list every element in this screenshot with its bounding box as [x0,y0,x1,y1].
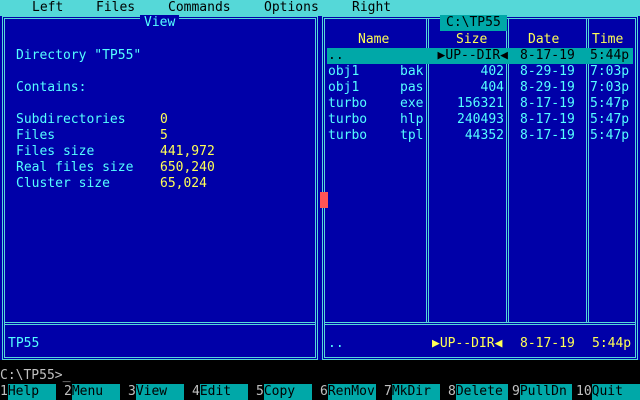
key-f4-edit[interactable]: 4Edit [192,384,248,400]
stat-value-cluster-size: 65,024 [160,176,207,191]
file-time: 5:47p [590,96,630,111]
stat-label-files: Files [16,128,56,143]
key-f2-menu[interactable]: 2Menu [64,384,120,400]
file-time: 7:03p [590,64,630,79]
file-size: 240493 [457,112,504,127]
file-date: 8-17-19 [520,112,575,127]
file-size: ▶UP--DIR◀ [437,48,508,63]
file-size: 156321 [457,96,504,111]
file-name: turbo [328,128,368,143]
menu-commands[interactable]: Commands [168,0,231,16]
menu-left[interactable]: Left [32,0,63,16]
footer-date: 8-17-19 [520,336,575,351]
left-panel[interactable]: View Directory "TP55" Contains: Subdirec… [0,15,320,360]
file-size: 402 [480,64,504,79]
file-name: turbo [328,112,368,127]
header-time: Time [592,32,624,47]
key-f6-renmov[interactable]: 6RenMov [320,384,376,400]
file-name: turbo [328,96,368,111]
key-f3-view[interactable]: 3View [128,384,184,400]
file-row[interactable]: obj1 pas 404 8-29-19 7:03p [327,80,633,96]
file-ext: pas [400,80,424,95]
key-f7-mkdir[interactable]: 7MkDir [384,384,440,400]
header-size: Size [456,32,488,47]
file-date: 8-17-19 [520,96,575,111]
file-name: obj1 [328,80,360,95]
command-line[interactable]: C:\TP55>_ [0,368,640,384]
file-time: 5:47p [590,128,630,143]
file-row[interactable]: obj1 bak 402 8-29-19 7:03p [327,64,633,80]
stat-value-subdirectories: 0 [160,112,168,127]
mouse-cursor [320,192,328,208]
left-panel-footer: TP55 [8,336,40,351]
left-panel-divider [5,322,315,325]
right-panel-divider [325,322,635,325]
file-date: 8-17-19 [520,128,575,143]
file-size: 44352 [464,128,504,143]
directory-line: Directory "TP55" [16,48,142,63]
stat-label-files-size: Files size [16,144,95,159]
left-panel-title: View [140,15,180,31]
stat-label-real-files-size: Real files size [16,160,134,175]
stat-value-files: 5 [160,128,168,143]
file-ext: bak [400,64,424,79]
file-row[interactable]: turbo hlp 240493 8-17-19 5:47p [327,112,633,128]
key-f10-quit[interactable]: 10Quit [576,384,640,400]
command-prompt: C:\TP55> [0,368,63,383]
key-f1-help[interactable]: 1Help [0,384,56,400]
menu-options[interactable]: Options [264,0,319,16]
header-name: Name [358,32,390,47]
file-row[interactable]: turbo tpl 44352 8-17-19 5:47p [327,128,633,144]
file-row-updir[interactable]: .. ▶UP--DIR◀ 8-17-19 5:44p [327,48,633,64]
footer-size: ▶UP--DIR◀ [432,336,503,351]
key-f9-pulldn[interactable]: 9PullDn [512,384,572,400]
file-ext: tpl [400,128,424,143]
function-key-bar: 1Help 2Menu 3View 4Edit 5Copy 6RenMov 7M… [0,384,640,400]
key-f5-copy[interactable]: 5Copy [256,384,312,400]
text-cursor: _ [62,368,71,383]
header-date: Date [528,32,560,47]
contains-label: Contains: [16,80,87,95]
file-ext: hlp [400,112,424,127]
file-ext: exe [400,96,424,111]
key-f8-delete[interactable]: 8Delete [448,384,508,400]
file-time: 5:47p [590,112,630,127]
stat-label-cluster-size: Cluster size [16,176,110,191]
file-name: obj1 [328,64,360,79]
footer-name: .. [328,336,344,351]
footer-time: 5:44p [592,336,632,351]
stat-value-files-size: 441,972 [160,144,215,159]
file-size: 404 [480,80,504,95]
file-name: .. [328,48,344,63]
menu-files[interactable]: Files [96,0,135,16]
file-date: 8-29-19 [520,64,575,79]
current-path: C:\TP55 [440,15,507,31]
menu-bar: Left Files Commands Options Right [0,0,640,16]
file-time: 7:03p [590,80,630,95]
file-date: 8-17-19 [520,48,575,63]
file-date: 8-29-19 [520,80,575,95]
file-time: 5:44p [590,48,630,63]
file-row[interactable]: turbo exe 156321 8-17-19 5:47p [327,96,633,112]
menu-right[interactable]: Right [352,0,391,16]
stat-value-real-files-size: 650,240 [160,160,215,175]
stat-label-subdirectories: Subdirectories [16,112,126,127]
